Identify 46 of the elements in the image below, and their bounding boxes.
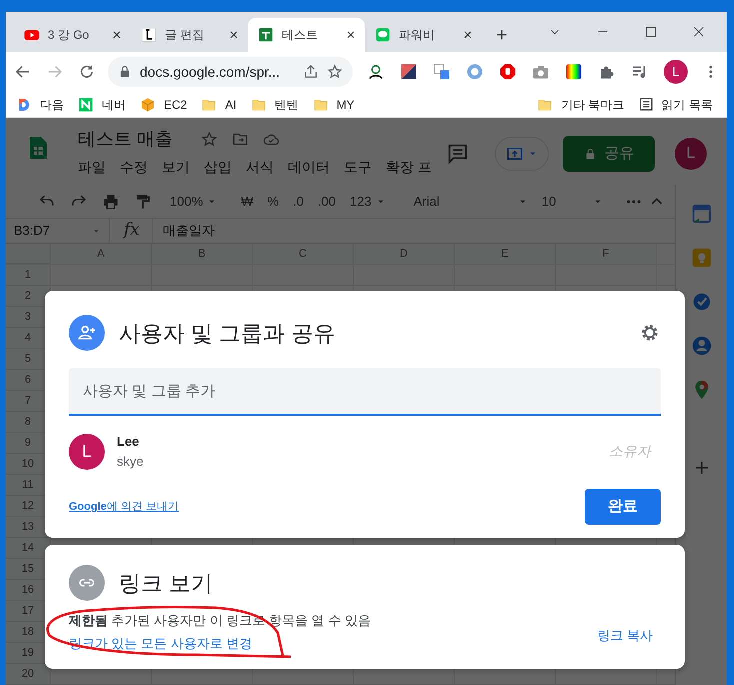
toolbar-button[interactable]: % xyxy=(264,190,284,214)
user-avatar: L xyxy=(69,434,105,470)
dialog-title: 사용자 및 그룹과 공유 xyxy=(119,320,336,348)
browser-tab[interactable]: 3 강 Go xyxy=(14,18,131,52)
browser-tab[interactable]: 글 편집 xyxy=(131,18,248,52)
copy-link[interactable]: 링크 복사 xyxy=(597,626,653,645)
menu-item[interactable]: 삽입 xyxy=(204,157,232,178)
user-name: Lee xyxy=(117,433,140,451)
dropdown-button[interactable]: Arial xyxy=(410,190,532,214)
bookmark[interactable]: 텐텐 xyxy=(250,96,299,114)
menu-item[interactable]: 데이터 xyxy=(288,157,330,178)
done-button[interactable]: 완료 xyxy=(585,489,661,525)
toolbar-button[interactable]: ₩ xyxy=(237,190,258,214)
feedback-link[interactable]: Google에 의견 보내기 xyxy=(69,498,180,516)
user-email: skye xyxy=(117,452,144,471)
bookmark-folder[interactable]: 기타 북마크 xyxy=(537,96,625,114)
toolbar-button[interactable]: .0 xyxy=(289,190,308,214)
browser-tab[interactable]: 파워비 xyxy=(365,18,482,52)
bookmark[interactable]: AI xyxy=(201,96,237,114)
share-button[interactable]: 공유 xyxy=(563,136,655,172)
browser-tab[interactable]: 테스트 xyxy=(248,18,365,52)
dropdown-button[interactable]: 10 xyxy=(538,190,607,214)
formula-field[interactable]: 매출일자 xyxy=(152,221,215,241)
menu-item[interactable]: 보기 xyxy=(162,157,190,178)
access-description: 제한됨 추가된 사용자만 이 링크로 항목을 열 수 있음 xyxy=(69,612,371,630)
dialog-title: 링크 보기 xyxy=(119,570,214,598)
menu-item[interactable]: 도구 xyxy=(344,157,372,178)
profile-avatar[interactable]: L xyxy=(664,60,688,84)
name-box[interactable]: B3:D7 xyxy=(6,219,110,243)
bookmark[interactable]: 다음 xyxy=(16,96,64,114)
document-title[interactable]: 테스트 매출 xyxy=(78,126,174,153)
bookmark[interactable]: EC2 xyxy=(140,96,188,114)
role-label: 소유자 xyxy=(609,442,651,461)
toolbar-button[interactable]: .00 xyxy=(314,190,340,214)
reading-list[interactable]: 읽기 목록 xyxy=(638,96,713,114)
menu-item[interactable]: 수정 xyxy=(120,157,148,178)
dropdown-button[interactable]: 123 xyxy=(346,190,390,214)
add-people-field[interactable]: 사용자 및 그룹 추가 xyxy=(69,368,661,416)
address-bar[interactable]: docs.google.com/spr... xyxy=(108,57,353,87)
menu-item[interactable]: 파일 xyxy=(78,157,106,178)
menu-item[interactable]: 확장 프 xyxy=(386,157,432,178)
account-avatar[interactable]: L xyxy=(675,138,707,170)
bookmark[interactable]: MY xyxy=(312,96,355,114)
bookmark[interactable]: 네버 xyxy=(78,96,126,114)
dropdown-button[interactable]: 100% xyxy=(166,190,222,214)
menu-item[interactable]: 서식 xyxy=(246,157,274,178)
